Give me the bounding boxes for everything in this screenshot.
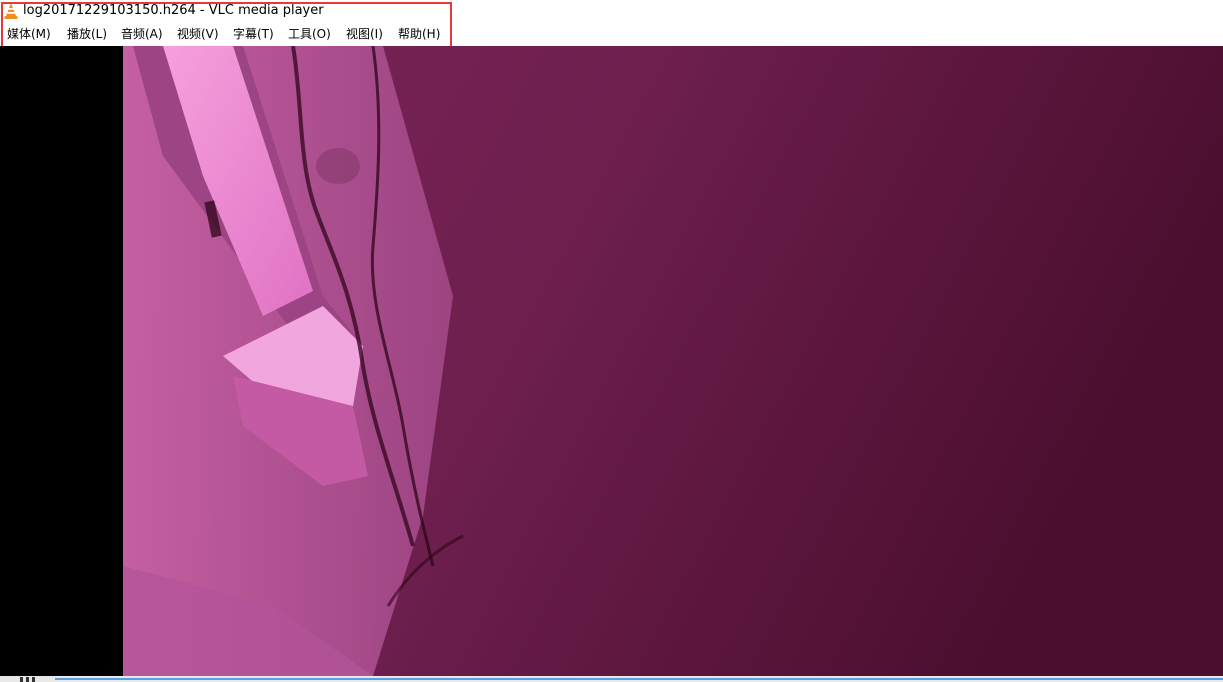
menu-subtitle[interactable]: 字幕(T) xyxy=(233,26,274,42)
menu-view[interactable]: 视图(I) xyxy=(346,26,383,42)
pause-icon[interactable] xyxy=(20,677,38,682)
vlc-window: log20171229103150.h264 - VLC media playe… xyxy=(0,0,1223,682)
window-title: log20171229103150.h264 - VLC media playe… xyxy=(23,3,324,18)
menu-video[interactable]: 视频(V) xyxy=(177,26,219,42)
menu-bar: 媒体(M) 播放(L) 音频(A) 视频(V) 字幕(T) 工具(O) 视图(I… xyxy=(0,23,1223,45)
vlc-cone-icon[interactable] xyxy=(4,3,18,19)
video-area[interactable] xyxy=(0,46,1223,676)
video-frame[interactable] xyxy=(123,46,1223,676)
menu-playback[interactable]: 播放(L) xyxy=(67,26,107,42)
title-bar[interactable]: log20171229103150.h264 - VLC media playe… xyxy=(0,0,1223,22)
menu-help[interactable]: 帮助(H) xyxy=(398,26,440,42)
seek-bar[interactable] xyxy=(55,678,1223,680)
menu-audio[interactable]: 音频(A) xyxy=(121,26,163,42)
menu-tools[interactable]: 工具(O) xyxy=(288,26,331,42)
menu-media[interactable]: 媒体(M) xyxy=(7,26,51,42)
